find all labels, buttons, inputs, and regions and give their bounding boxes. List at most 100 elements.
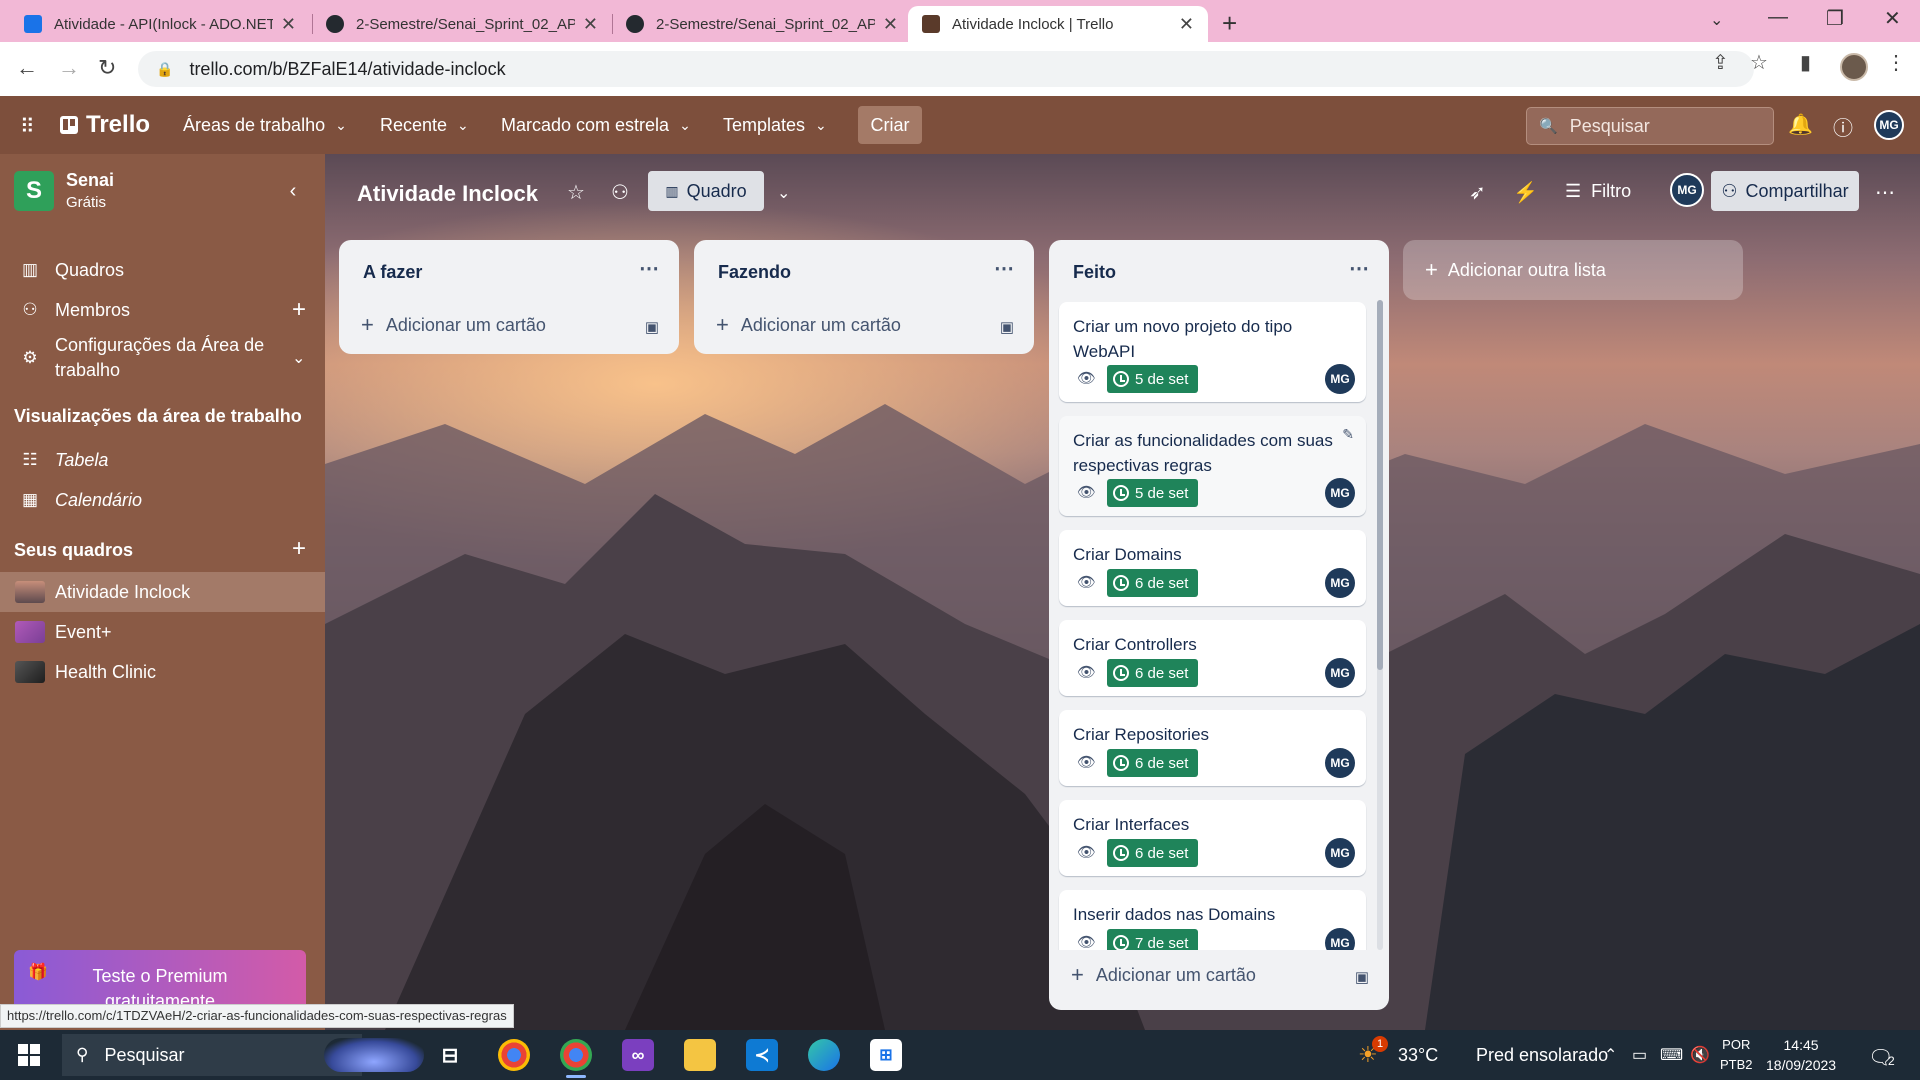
card-member-avatar[interactable]: MG	[1325, 364, 1355, 394]
side-panel-icon[interactable]: ▮	[1800, 50, 1811, 75]
create-button[interactable]: Criar	[858, 106, 922, 144]
sidebar-item-calendar[interactable]: ▦ Calendário	[0, 482, 325, 518]
card[interactable]: Criar um novo projeto do tipo WebAPI 👁 5…	[1059, 302, 1366, 402]
new-tab-plus-icon[interactable]: +	[1222, 8, 1237, 39]
list-actions-dots-icon[interactable]: ⋯	[994, 256, 1014, 281]
trello-logo[interactable]: Trello	[60, 111, 150, 139]
profile-avatar[interactable]	[1840, 53, 1868, 81]
close-tab-icon[interactable]: ✕	[583, 14, 598, 35]
tray-chevron-up-icon[interactable]: ⌃	[1604, 1045, 1617, 1065]
close-tab-icon[interactable]: ✕	[281, 14, 296, 35]
file-explorer-app-icon[interactable]	[684, 1039, 716, 1071]
card-member-avatar[interactable]: MG	[1325, 658, 1355, 688]
add-card-button[interactable]: + Adicionar um cartão	[716, 312, 901, 338]
scrollbar-thumb[interactable]	[1377, 300, 1383, 670]
list-title[interactable]: Fazendo	[718, 262, 791, 283]
input-language-indicator[interactable]: POR PTB2	[1720, 1035, 1753, 1075]
due-date-badge[interactable]: 5 de set	[1107, 365, 1199, 393]
board-title[interactable]: Atividade Inclock	[357, 181, 538, 207]
close-tab-icon[interactable]: ✕	[883, 14, 898, 35]
weather-temperature[interactable]: 33°C	[1398, 1045, 1438, 1066]
volume-muted-icon[interactable]: 🔇	[1690, 1045, 1710, 1065]
sidebar-board-atividade-inclock[interactable]: Atividade Inclock	[0, 572, 325, 612]
sidebar-item-members[interactable]: ⚇ Membros +	[0, 292, 325, 328]
card[interactable]: Inserir dados nas Domains 👁 7 de set MG	[1059, 890, 1366, 950]
battery-icon[interactable]: ▭	[1632, 1045, 1647, 1065]
filter-button[interactable]: ☰ Filtro	[1565, 181, 1631, 202]
chrome-menu-icon[interactable]: ⋮	[1886, 50, 1906, 75]
card[interactable]: Criar Repositories 👁 6 de set MG	[1059, 710, 1366, 786]
card-member-avatar[interactable]: MG	[1325, 838, 1355, 868]
add-member-plus-icon[interactable]: +	[292, 296, 306, 324]
close-window-icon[interactable]: ✕	[1884, 6, 1901, 31]
board-menu-dots-icon[interactable]: ⋯	[1875, 180, 1895, 205]
menu-recent[interactable]: Recente ⌄	[380, 115, 469, 136]
share-page-icon[interactable]: ⇪	[1712, 50, 1729, 75]
sidebar-item-table[interactable]: ☷ Tabela	[0, 442, 325, 478]
workspace-visibility-icon[interactable]: ⚇	[611, 180, 629, 205]
menu-workspaces[interactable]: Áreas de trabalho ⌄	[183, 115, 347, 136]
back-arrow-icon[interactable]: ←	[16, 55, 38, 81]
add-card-button[interactable]: + Adicionar um cartão	[361, 312, 546, 338]
chrome-profile-app-icon[interactable]	[560, 1039, 592, 1078]
system-clock[interactable]: 14:45 18/09/2023	[1766, 1035, 1836, 1075]
list-title[interactable]: Feito	[1073, 262, 1116, 283]
taskbar-search-input[interactable]: ⚲ Pesquisar	[62, 1034, 424, 1076]
due-date-badge[interactable]: 6 de set	[1107, 749, 1199, 777]
star-board-icon[interactable]: ☆	[567, 180, 585, 205]
view-switcher-board[interactable]: ▥ Quadro	[648, 171, 764, 211]
card[interactable]: Criar Interfaces 👁 6 de set MG	[1059, 800, 1366, 876]
edge-app-icon[interactable]	[808, 1039, 840, 1071]
add-board-plus-icon[interactable]: +	[292, 535, 306, 563]
sidebar-board-health-clinic[interactable]: Health Clinic	[0, 652, 325, 692]
edit-card-pencil-icon[interactable]: ✎	[1342, 426, 1354, 443]
list-title[interactable]: A fazer	[363, 262, 422, 283]
automation-lightning-icon[interactable]: ⚡	[1513, 180, 1538, 205]
due-date-badge[interactable]: 6 de set	[1107, 839, 1199, 867]
list-actions-dots-icon[interactable]: ⋯	[1349, 256, 1369, 281]
list-actions-dots-icon[interactable]: ⋯	[639, 256, 659, 281]
add-list-button[interactable]: + Adicionar outra lista	[1403, 240, 1743, 300]
due-date-badge[interactable]: 7 de set	[1107, 929, 1199, 950]
notifications-icon[interactable]: 🔔	[1788, 112, 1813, 137]
card-template-icon[interactable]: ▣	[1355, 968, 1369, 986]
card-member-avatar[interactable]: MG	[1325, 478, 1355, 508]
vscode-app-icon[interactable]: ≺	[746, 1039, 778, 1071]
weather-description[interactable]: Pred ensolarado	[1476, 1045, 1608, 1066]
card[interactable]: Criar Domains 👁 6 de set MG	[1059, 530, 1366, 606]
card[interactable]: Criar as funcionalidades com suas respec…	[1059, 416, 1366, 516]
close-tab-icon[interactable]: ✕	[1179, 14, 1194, 35]
sidebar-board-event[interactable]: Event+	[0, 612, 325, 652]
card-template-icon[interactable]: ▣	[1000, 318, 1014, 336]
microsoft-store-app-icon[interactable]: ⊞	[870, 1039, 902, 1071]
browser-tab[interactable]: 2-Semestre/Senai_Sprint_02_API/ ✕	[612, 6, 912, 42]
due-date-badge[interactable]: 6 de set	[1107, 569, 1199, 597]
lock-icon[interactable]: 🔒	[156, 61, 173, 78]
browser-tab[interactable]: Atividade - API(Inlock - ADO.NET ✕	[10, 6, 310, 42]
due-date-badge[interactable]: 6 de set	[1107, 659, 1199, 687]
card[interactable]: Criar Controllers 👁 6 de set MG	[1059, 620, 1366, 696]
views-chevron-down-icon[interactable]: ⌄	[777, 183, 790, 203]
due-date-badge[interactable]: 5 de set	[1107, 479, 1199, 507]
help-icon[interactable]: ⓘ	[1833, 112, 1853, 141]
card-member-avatar[interactable]: MG	[1325, 928, 1355, 950]
tab-search-chevron-icon[interactable]: ⌄	[1710, 10, 1723, 30]
sidebar-item-boards[interactable]: ▥ Quadros	[0, 252, 325, 288]
power-ups-rocket-icon[interactable]: ➶	[1469, 180, 1486, 205]
sidebar-item-settings[interactable]: ⚙ Configurações da Área de trabalho ⌄	[0, 330, 325, 386]
network-icon[interactable]: ⌨	[1660, 1045, 1683, 1065]
card-member-avatar[interactable]: MG	[1325, 568, 1355, 598]
search-input[interactable]: 🔍 Pesquisar	[1526, 107, 1774, 145]
list-scrollbar[interactable]	[1377, 300, 1383, 950]
url-omnibox[interactable]: 🔒 trello.com/b/BZFalE14/atividade-incloc…	[138, 51, 1754, 87]
reload-icon[interactable]: ↻	[98, 55, 116, 81]
restore-icon[interactable]: ❐	[1826, 6, 1844, 31]
browser-tab-active[interactable]: Atividade Inclock | Trello ✕	[908, 6, 1208, 42]
add-card-button[interactable]: + Adicionar um cartão	[1071, 962, 1256, 988]
board-member-avatar[interactable]: MG	[1670, 173, 1704, 207]
chevron-down-icon[interactable]: ⌄	[292, 348, 305, 368]
chrome-app-icon[interactable]	[498, 1039, 530, 1071]
visual-studio-app-icon[interactable]: ∞	[622, 1039, 654, 1071]
menu-templates[interactable]: Templates ⌄	[723, 115, 827, 136]
windows-start-icon[interactable]	[18, 1044, 40, 1066]
